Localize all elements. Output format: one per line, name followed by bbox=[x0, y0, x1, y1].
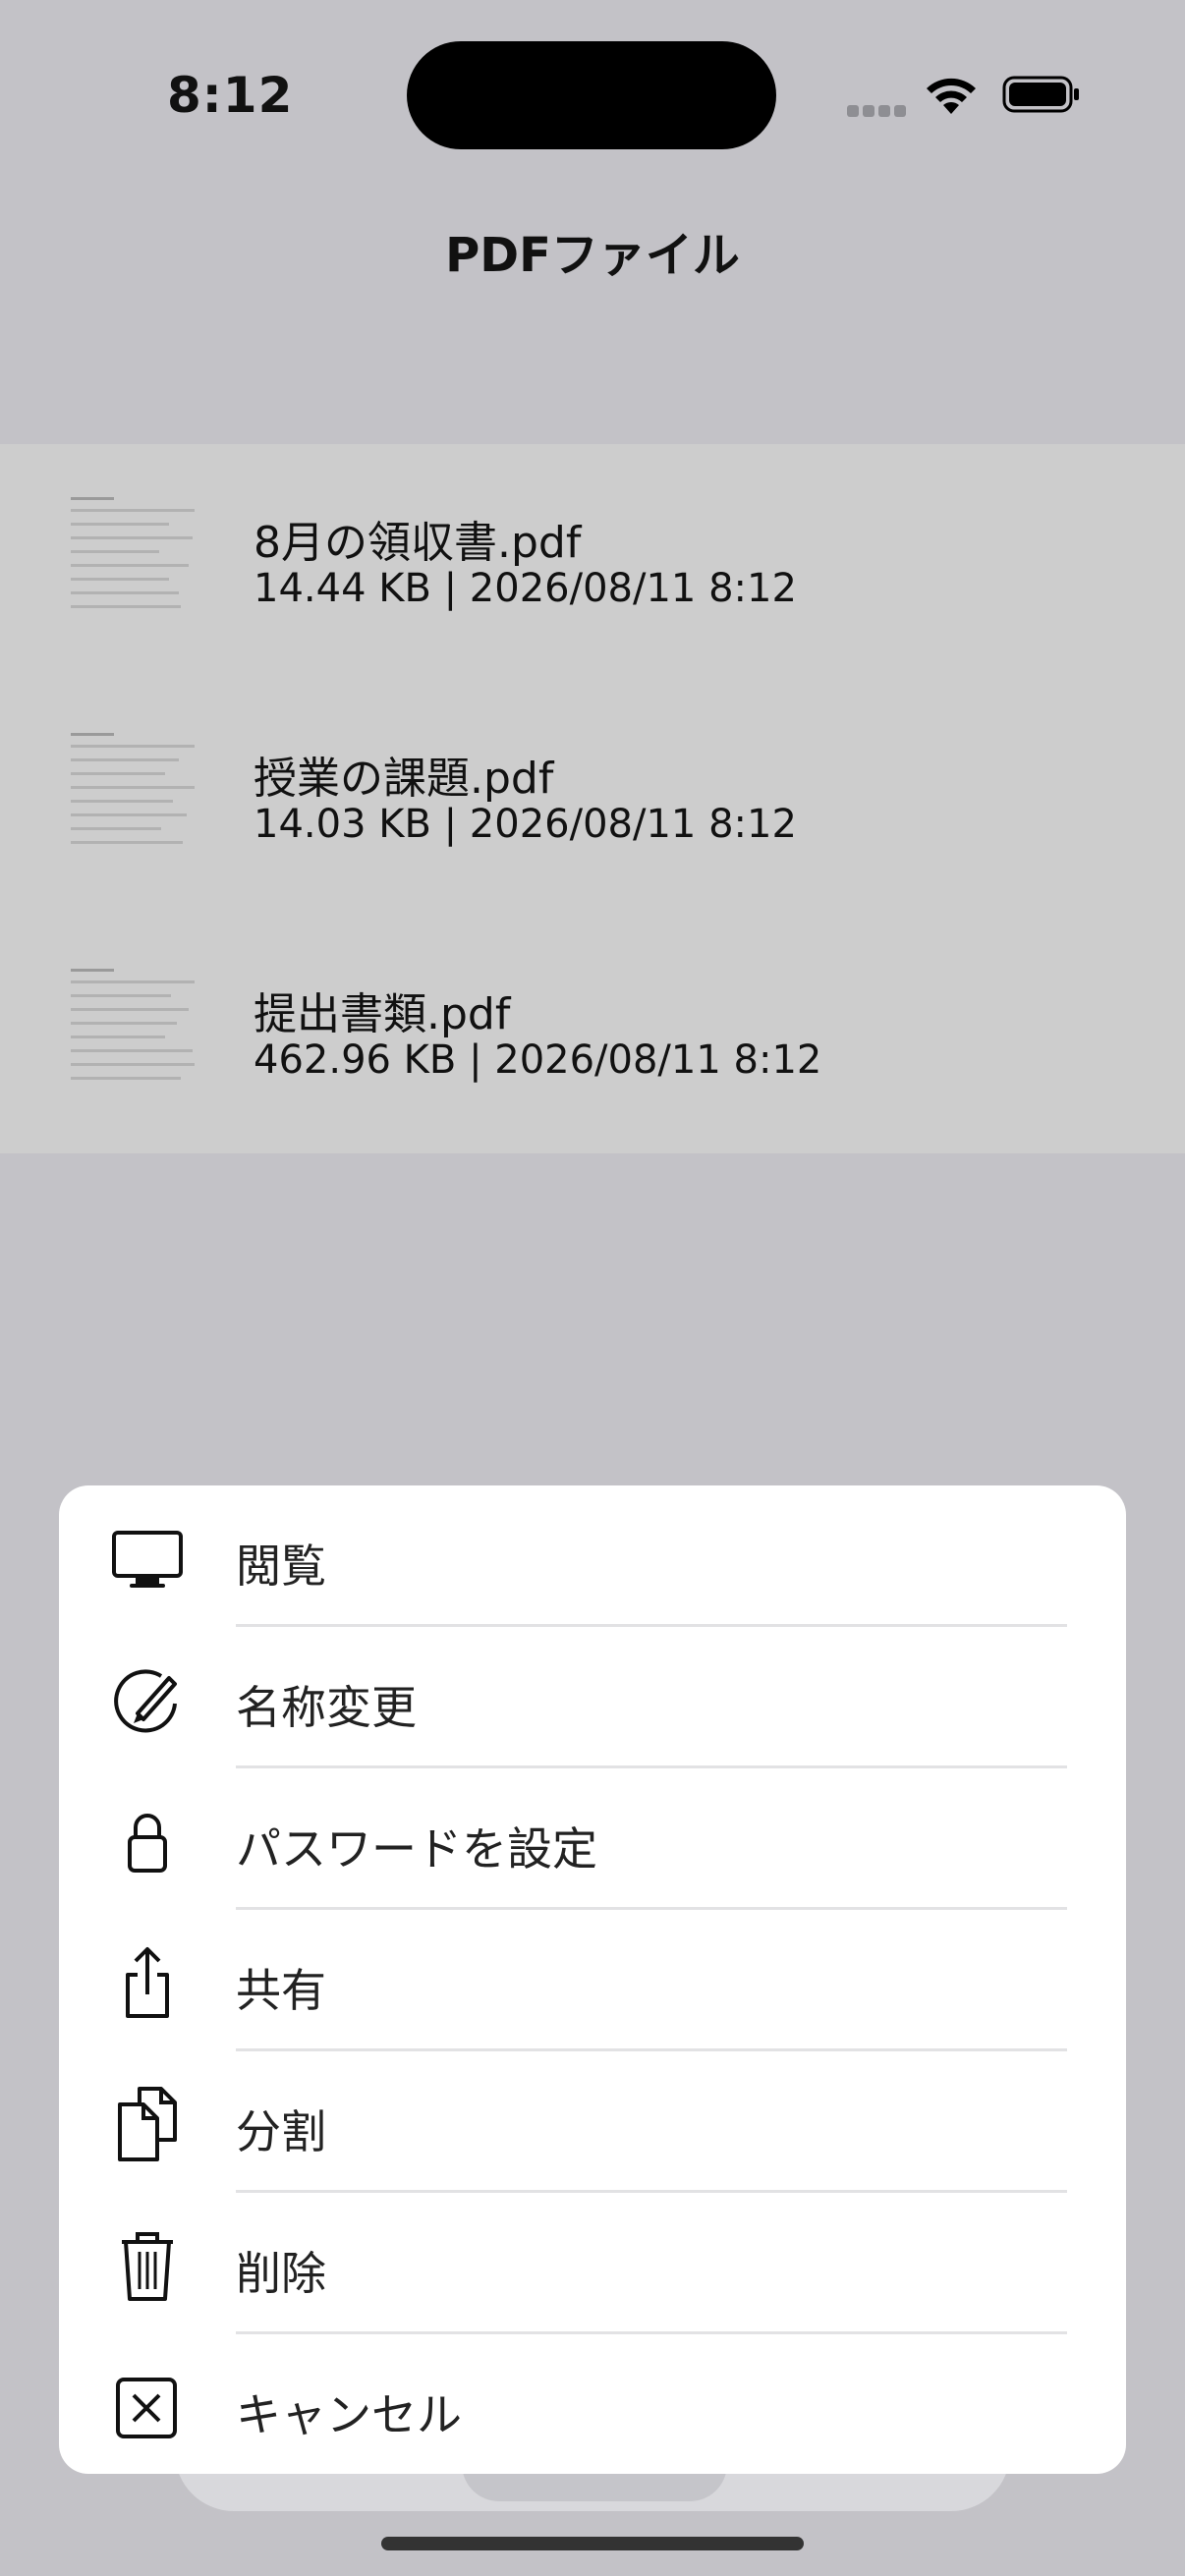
file-row[interactable]: 授業の課題.pdf 14.03 KB | 2026/08/11 8:12 bbox=[0, 680, 1185, 916]
action-set-password[interactable]: パスワードを設定 bbox=[59, 1768, 1126, 1910]
display-icon bbox=[112, 1531, 183, 1588]
pencil-circle-icon bbox=[114, 1669, 177, 1733]
file-meta: 14.03 KB | 2026/08/11 8:12 bbox=[254, 802, 797, 847]
action-label: パスワードを設定 bbox=[236, 1822, 597, 1876]
pdf-thumbnail bbox=[69, 733, 197, 861]
xmark-square-icon bbox=[116, 2378, 177, 2438]
action-view[interactable]: 閲覧 bbox=[59, 1485, 1126, 1627]
action-label: 削除 bbox=[236, 2247, 326, 2300]
action-label: 名称変更 bbox=[236, 1681, 417, 1734]
file-meta: 462.96 KB | 2026/08/11 8:12 bbox=[254, 1037, 822, 1083]
file-name: 提出書類.pdf bbox=[254, 989, 511, 1039]
wifi-icon bbox=[927, 78, 976, 114]
home-indicator bbox=[381, 2537, 804, 2550]
file-list: 8月の領収書.pdf 14.44 KB | 2026/08/11 8:12 授業… bbox=[0, 444, 1185, 1153]
lock-icon bbox=[128, 1814, 167, 1873]
action-label: 閲覧 bbox=[236, 1540, 326, 1593]
file-row[interactable]: 8月の領収書.pdf 14.44 KB | 2026/08/11 8:12 bbox=[0, 444, 1185, 680]
status-time: 8:12 bbox=[167, 67, 294, 124]
action-delete[interactable]: 削除 bbox=[59, 2193, 1126, 2334]
action-label: キャンセル bbox=[236, 2388, 462, 2441]
action-rename[interactable]: 名称変更 bbox=[59, 1627, 1126, 1768]
file-row[interactable]: 提出書類.pdf 462.96 KB | 2026/08/11 8:12 bbox=[0, 916, 1185, 1151]
pdf-thumbnail bbox=[69, 969, 197, 1096]
dynamic-island bbox=[407, 41, 776, 149]
action-sheet: 閲覧 名称変更 パスワードを設定 共有 分割 削除 キャンセル bbox=[59, 1485, 1126, 2474]
action-split[interactable]: 分割 bbox=[59, 2051, 1126, 2193]
action-share[interactable]: 共有 bbox=[59, 1910, 1126, 2051]
battery-icon bbox=[1002, 76, 1079, 113]
page-title: PDFファイル bbox=[445, 228, 740, 283]
action-label: 分割 bbox=[236, 2105, 326, 2158]
action-label: 共有 bbox=[236, 1964, 326, 2017]
documents-icon bbox=[118, 2087, 177, 2161]
pdf-thumbnail bbox=[69, 497, 197, 625]
trash-icon bbox=[122, 2232, 173, 2301]
file-name: 8月の領収書.pdf bbox=[254, 518, 582, 568]
file-meta: 14.44 KB | 2026/08/11 8:12 bbox=[254, 566, 797, 611]
share-icon bbox=[126, 1947, 169, 2018]
cellular-signal-icon bbox=[847, 102, 910, 121]
action-cancel[interactable]: キャンセル bbox=[59, 2334, 1126, 2474]
file-name: 授業の課題.pdf bbox=[254, 754, 554, 804]
